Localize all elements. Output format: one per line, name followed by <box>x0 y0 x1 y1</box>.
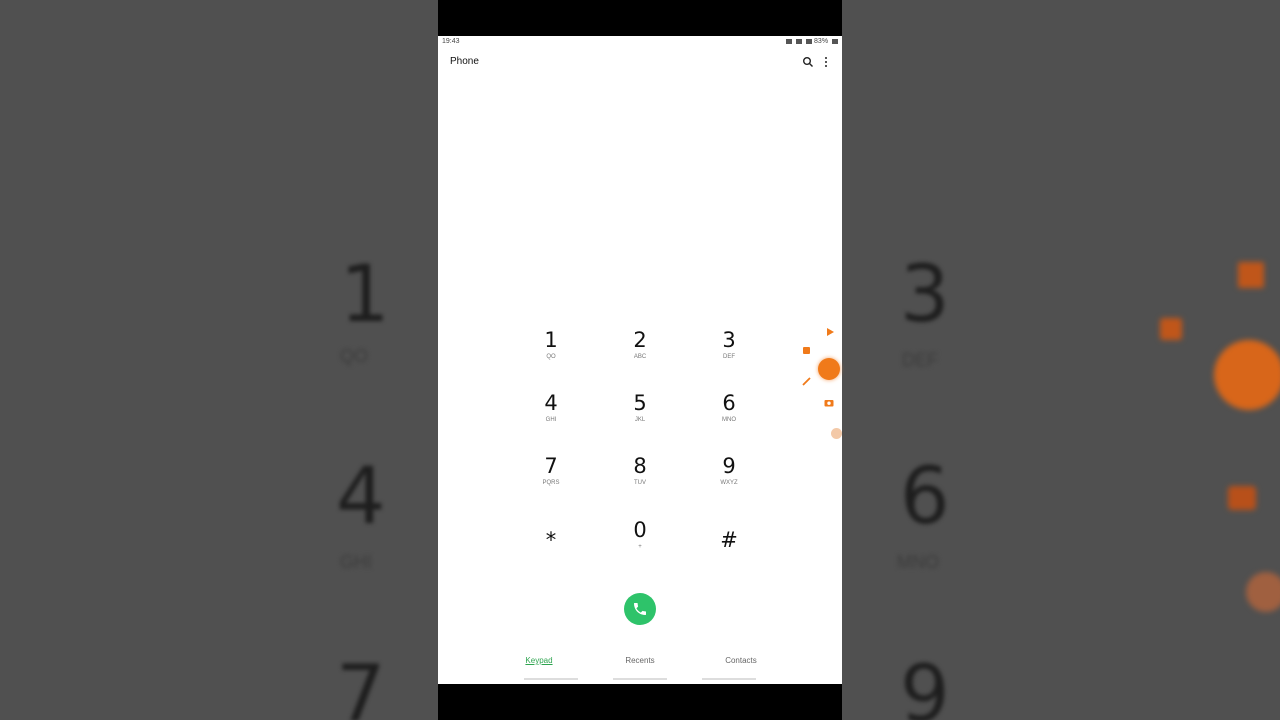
key-9[interactable]: 9 WXYZ <box>699 454 759 504</box>
phone-screen: 19:43 83% Phone 1 QO 2 ABC 3 DEF 4 GHI 5… <box>438 36 842 684</box>
key-letters: + <box>638 544 642 550</box>
bg-digit: 3 <box>900 250 950 340</box>
more-options-icon[interactable] <box>822 56 830 68</box>
key-letters: MNO <box>722 417 736 423</box>
key-letters: WXYZ <box>720 480 738 486</box>
key-digit: 1 <box>544 328 558 352</box>
key-digit: 9 <box>722 454 736 478</box>
key-letters: ABC <box>633 354 647 360</box>
key-letters: TUV <box>634 480 646 486</box>
key-digit: 0 <box>633 518 647 542</box>
bg-letters: DEF <box>902 350 938 370</box>
phone-frame: 19:43 83% Phone 1 QO 2 ABC 3 DEF 4 GHI 5… <box>438 0 842 720</box>
key-digit: 4 <box>544 391 558 415</box>
search-icon[interactable] <box>802 56 814 68</box>
bg-letters: MNO <box>897 552 939 572</box>
play-icon[interactable] <box>825 327 835 337</box>
tab-recents[interactable]: Recents <box>610 656 670 665</box>
tab-keypad[interactable]: Keypad <box>509 656 569 665</box>
battery-percent: 83% <box>814 38 829 45</box>
bg-edit-blob <box>1246 572 1280 612</box>
key-6[interactable]: 6 MNO <box>699 391 759 441</box>
bg-play-blob <box>1238 262 1264 288</box>
nav-indicator <box>524 678 578 680</box>
status-time: 19:43 <box>442 38 460 45</box>
key-letters: JKL <box>634 417 646 423</box>
bg-digit: 1 <box>340 250 390 340</box>
key-7[interactable]: 7 PQRS <box>521 454 581 504</box>
bg-camera-blob <box>1228 486 1256 510</box>
mute-icon <box>796 38 803 44</box>
key-letters: PQRS <box>542 480 560 486</box>
stop-icon[interactable] <box>803 347 810 354</box>
key-8[interactable]: 8 TUV <box>610 454 670 504</box>
bg-digit: 9 <box>900 650 950 720</box>
bg-letters: QO <box>340 346 369 366</box>
key-1[interactable]: 1 QO <box>521 328 581 378</box>
record-button[interactable] <box>818 358 840 380</box>
key-5[interactable]: 5 JKL <box>610 391 670 441</box>
nav-indicator <box>613 678 667 680</box>
battery-icon <box>832 38 838 44</box>
alarm-icon <box>786 38 793 44</box>
key-digit: 5 <box>633 391 647 415</box>
blurred-background-left: 1 QO 4 GHI 7 <box>0 0 438 720</box>
brush-icon[interactable] <box>801 376 812 387</box>
key-digit: * <box>545 528 557 552</box>
key-letters: QO <box>546 354 556 360</box>
status-right: 83% <box>784 38 838 45</box>
key-letters: GHI <box>545 417 557 423</box>
key-3[interactable]: 3 DEF <box>699 328 759 378</box>
key-digit: 6 <box>722 391 736 415</box>
camera-icon[interactable] <box>824 398 834 407</box>
app-bar: Phone <box>438 54 842 72</box>
key-2[interactable]: 2 ABC <box>610 328 670 378</box>
bg-letters: GHI <box>340 552 373 572</box>
key-0[interactable]: 0 + <box>610 518 670 568</box>
bg-stop-blob <box>1160 318 1182 340</box>
page-title: Phone <box>450 56 479 67</box>
key-digit: 3 <box>722 328 736 352</box>
key-digit: 8 <box>633 454 647 478</box>
phone-icon <box>634 603 646 615</box>
blurred-background-right: 3 DEF 6 MNO 9 <box>842 0 1280 720</box>
bg-digit: 4 <box>336 452 386 542</box>
bg-digit: 7 <box>336 650 386 720</box>
bg-record-blob <box>1214 340 1280 410</box>
key-letters: DEF <box>723 354 735 360</box>
status-bar: 19:43 83% <box>442 38 838 48</box>
key-digit: 2 <box>633 328 647 352</box>
bg-digit: 6 <box>900 452 950 542</box>
signal-icon <box>806 38 813 44</box>
nav-indicator <box>702 678 756 680</box>
key-digit: # <box>720 528 738 552</box>
edit-icon[interactable] <box>831 428 842 439</box>
call-button[interactable] <box>624 593 656 625</box>
tab-contacts[interactable]: Contacts <box>711 656 771 665</box>
key-hash[interactable]: # <box>699 528 759 578</box>
key-4[interactable]: 4 GHI <box>521 391 581 441</box>
key-digit: 7 <box>544 454 558 478</box>
key-star[interactable]: * <box>521 528 581 578</box>
